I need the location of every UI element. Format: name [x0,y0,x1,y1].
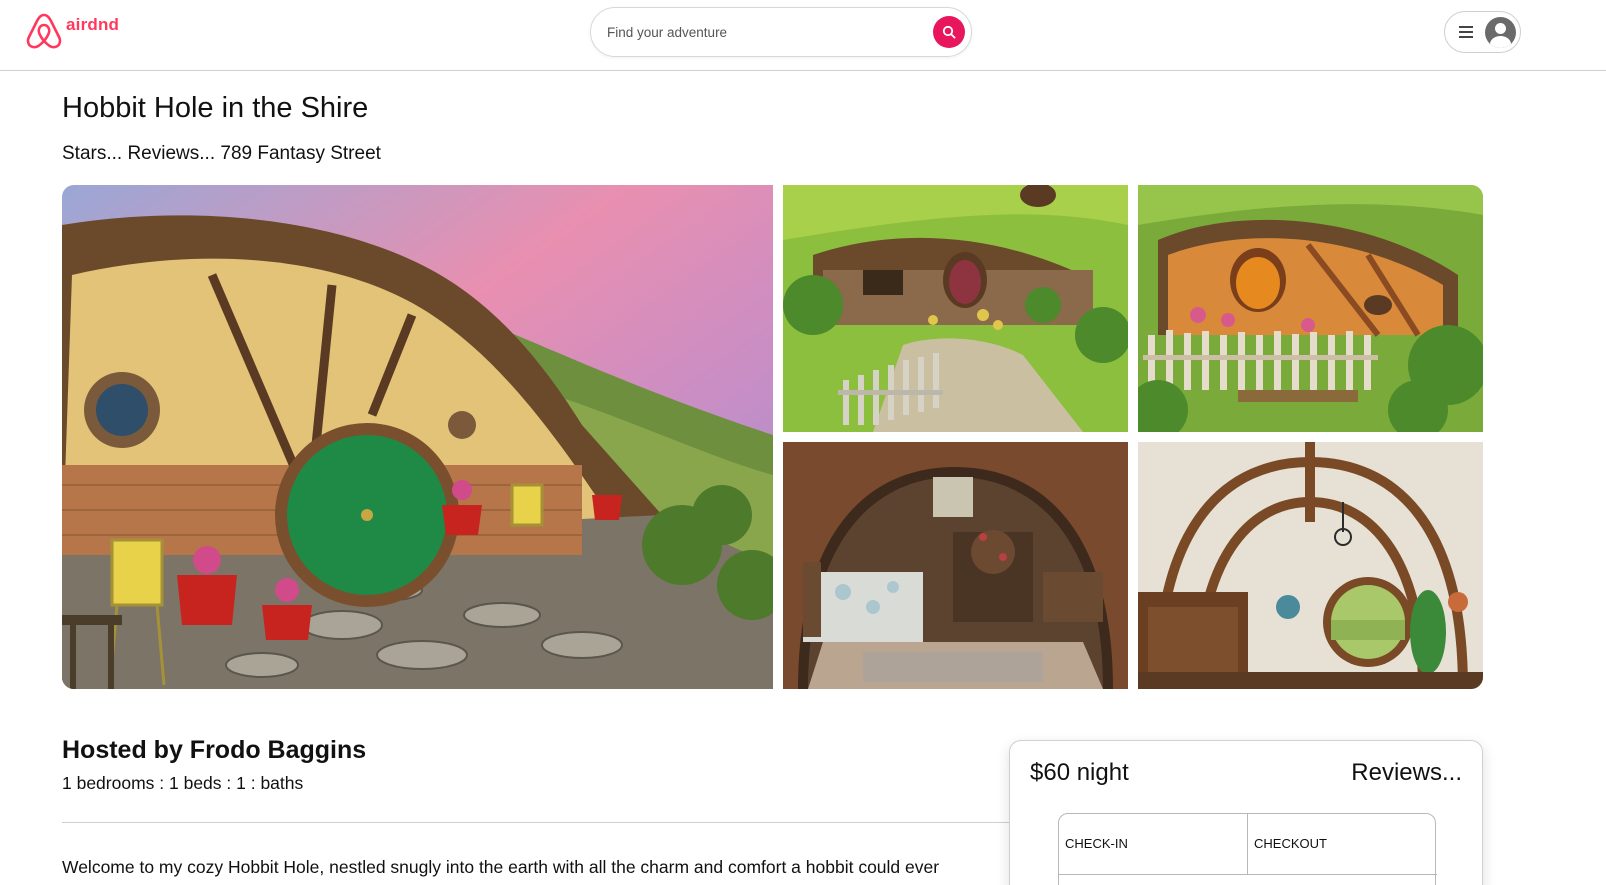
host-title: Hosted by Frodo Baggins [62,736,367,764]
brand-logo[interactable]: airdnd [25,11,119,51]
hobbit-hole-orange-door-image [1138,185,1483,432]
price-per-night: $60 night [1030,759,1129,786]
brand-name: airdnd [66,15,120,34]
hobbit-hole-interior-window-image [1138,442,1483,689]
listing-description: Welcome to my cozy Hobbit Hole, nestled … [62,857,940,877]
checkin-field[interactable]: CHECK-IN [1059,814,1248,874]
listing-subtitle: Stars... Reviews... 789 Fantasy Street [62,143,381,164]
user-menu-button[interactable] [1444,11,1521,53]
booking-card: $60 night Reviews... CHECK-IN CHECKOUT [1009,740,1483,885]
hamburger-icon [1459,26,1473,38]
listing-details: 1 bedrooms : 1 beds : 1 : baths [62,773,304,793]
search-icon [942,25,956,39]
gallery-photo-main[interactable] [62,185,773,689]
search-button[interactable] [933,16,965,48]
hobbit-hole-garden-image [783,185,1128,432]
checkout-field[interactable]: CHECKOUT [1248,814,1437,874]
gallery-photo-5[interactable] [1138,442,1483,689]
gallery-photo-4[interactable] [783,442,1128,689]
airbnb-belo-icon [26,13,62,49]
listing-title: Hobbit Hole in the Shire [62,92,369,124]
gallery-photo-2[interactable] [783,185,1128,432]
photo-gallery [62,185,1483,689]
search-input[interactable] [607,18,917,46]
hobbit-hole-exterior-image [62,185,773,689]
section-divider [62,822,1010,823]
hobbit-hole-bedroom-image [783,442,1128,689]
user-avatar-icon [1485,16,1516,48]
top-nav-bar: airdnd [0,0,1606,71]
date-picker: CHECK-IN CHECKOUT [1058,813,1437,885]
card-reviews-link: Reviews... [1351,759,1462,786]
date-picker-divider [1059,874,1437,875]
gallery-photo-3[interactable] [1138,185,1483,432]
search-bar [590,7,972,57]
